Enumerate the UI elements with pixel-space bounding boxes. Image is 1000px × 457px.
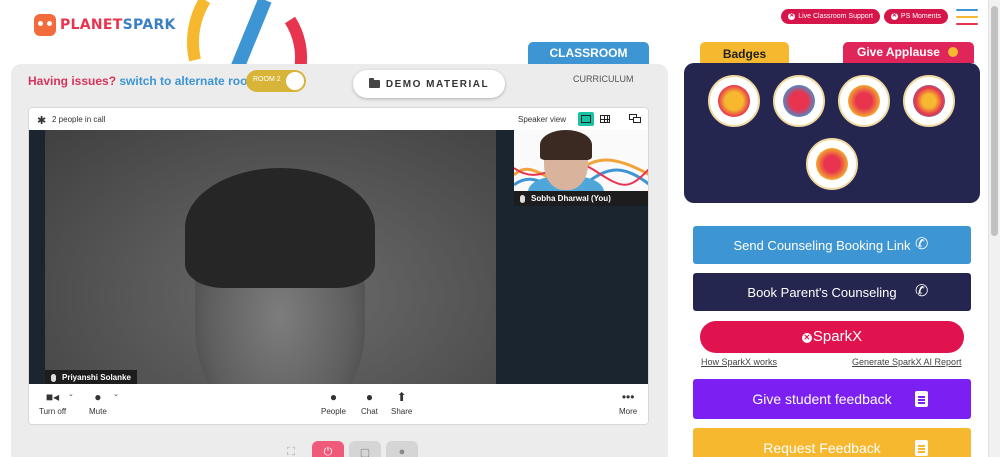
power-icon[interactable]: ⏻ <box>312 441 344 457</box>
robot-hand-badge-icon[interactable] <box>773 75 825 127</box>
request-feedback-button[interactable]: Request Feedback <box>693 428 971 457</box>
share-label: Share <box>391 407 413 416</box>
support-icon: ✕ <box>788 13 796 20</box>
tab-give-applause[interactable]: Give Applause <box>843 42 974 63</box>
live-support-button[interactable]: ✕ Live Classroom Support <box>781 9 880 24</box>
toggle-knob <box>286 72 304 90</box>
issues-bar: Having issues? switch to alternate room <box>28 74 258 88</box>
mic-icon <box>520 194 525 203</box>
moments-icon: ✕ <box>890 13 898 20</box>
room-toggle-label: ROOM 2 <box>253 76 281 83</box>
chat-icon: ● <box>365 390 374 404</box>
call-toolbar: ■◂ Turn off ⌄ ● Mute ⌄ ● People ● Chat ⬆… <box>29 384 648 424</box>
how-sparkx-link[interactable]: How SparkX works <box>701 357 777 367</box>
request-feedback-label: Request Feedback <box>763 440 881 456</box>
main-participant-nametag: Priyanshi Solanke <box>45 370 137 385</box>
tab-curriculum[interactable]: CURRICULUM <box>573 74 634 84</box>
generate-report-link[interactable]: Generate SparkX AI Report <box>852 357 962 367</box>
demo-material-label: DEMO MATERIAL <box>385 78 490 90</box>
call-header: ✱ 2 people in call Speaker view <box>29 108 648 130</box>
people-button[interactable]: ● People <box>321 390 346 416</box>
sparkx-button[interactable]: ✕ SparkX <box>700 321 964 353</box>
menu-icon[interactable] <box>956 9 978 25</box>
speaker-view-label: Speaker view <box>518 115 567 124</box>
book-parent-counseling-button[interactable]: Book Parent's Counseling ✆ <box>693 273 971 311</box>
room-toggle[interactable]: ROOM 2 <box>246 70 306 92</box>
mute-label: Mute <box>89 407 107 416</box>
grid-view-icon[interactable] <box>597 112 613 126</box>
give-applause-label: Give Applause <box>857 45 940 59</box>
share-screen-icon: ⬆ <box>396 390 407 404</box>
gear-icon[interactable]: ✱ <box>37 114 46 127</box>
people-icon: ● <box>329 390 338 404</box>
main-participant-name: Priyanshi Solanke <box>62 373 131 382</box>
header-buttons: ✕ Live Classroom Support ✕ PS Moments <box>781 9 948 24</box>
book-parent-counseling-label: Book Parent's Counseling <box>747 284 897 300</box>
sparkx-label: SparkX <box>812 328 863 345</box>
ps-moments-label: PS Moments <box>900 13 941 20</box>
fullscreen-icon[interactable]: ⛶ <box>275 441 307 457</box>
more-icon: ••• <box>621 390 635 404</box>
chat-button[interactable]: ● Chat <box>361 390 378 416</box>
give-student-feedback-button[interactable]: Give student feedback <box>693 379 971 419</box>
document-icon <box>915 391 931 407</box>
trophy-badge-icon[interactable] <box>708 75 760 127</box>
issues-text: Having issues? <box>28 74 117 88</box>
more-button[interactable]: ••• More <box>619 390 637 416</box>
mute-button[interactable]: ● Mute <box>89 390 107 416</box>
send-counseling-link-button[interactable]: Send Counseling Booking Link ✆ <box>693 226 971 264</box>
planet-badge-icon[interactable] <box>806 138 858 190</box>
robot-logo-icon <box>34 14 56 36</box>
astronaut-badge-icon[interactable] <box>838 75 890 127</box>
self-hair <box>540 130 592 160</box>
planetspark-logo[interactable]: PLANETSPARK <box>34 14 176 36</box>
send-counseling-link-label: Send Counseling Booking Link <box>733 237 911 253</box>
phone-icon: ✆ <box>915 236 929 253</box>
video-stage: Priyanshi Solanke Sobha Dharwal (You) <box>29 130 648 385</box>
demo-material-button[interactable]: DEMO MATERIAL <box>353 70 505 98</box>
tab-badges[interactable]: Badges <box>700 42 789 64</box>
people-label: People <box>321 407 346 416</box>
page-scrollbar[interactable] <box>988 0 1000 457</box>
main-participant-video[interactable] <box>45 130 496 384</box>
mic-icon <box>51 373 56 382</box>
scrollbar-thumb[interactable] <box>991 6 998 236</box>
chat-label: Chat <box>361 407 378 416</box>
window-icon[interactable]: ▢ <box>349 441 381 457</box>
tab-classroom[interactable]: CLASSROOM <box>528 42 649 64</box>
switch-room-link[interactable]: switch to alternate room <box>119 74 258 88</box>
badges-panel <box>684 63 980 203</box>
student-feedback-label: Give student feedback <box>752 391 892 407</box>
video-call: ✱ 2 people in call Speaker view Priyansh… <box>28 107 649 425</box>
document-icon <box>915 440 931 456</box>
ps-moments-button[interactable]: ✕ PS Moments <box>883 9 948 24</box>
bottom-controls: ⛶ ⏻ ▢ ● <box>275 441 418 457</box>
people-count: 2 people in call <box>52 115 106 124</box>
chevron-down-icon[interactable]: ⌄ <box>113 390 119 398</box>
self-nametag: Sobha Dharwal (You) <box>514 191 648 206</box>
camera-icon: ■◂ <box>45 390 60 404</box>
participant-hair <box>185 168 375 288</box>
picture-in-picture-icon[interactable] <box>627 112 643 126</box>
mic-icon: ● <box>94 390 102 404</box>
chevron-down-icon[interactable]: ⌄ <box>68 390 74 398</box>
more-label: More <box>619 407 638 416</box>
folder-icon <box>368 78 380 88</box>
live-support-label: Live Classroom Support <box>798 13 873 20</box>
palette-icon[interactable]: ● <box>386 441 418 457</box>
speaker-view-icon[interactable] <box>578 112 594 126</box>
camera-button[interactable]: ■◂ Turn off <box>39 390 66 416</box>
sparkx-icon: ✕ <box>801 333 812 343</box>
logo-text-planet: PLANET <box>60 17 123 33</box>
phone-icon: ✆ <box>915 283 929 300</box>
self-participant-name: Sobha Dharwal (You) <box>531 194 611 203</box>
star-robot-badge-icon[interactable] <box>903 75 955 127</box>
camera-label: Turn off <box>39 407 67 416</box>
logo-text-spark: SPARK <box>122 17 176 33</box>
share-button[interactable]: ⬆ Share <box>391 390 412 416</box>
clap-icon <box>948 47 958 57</box>
